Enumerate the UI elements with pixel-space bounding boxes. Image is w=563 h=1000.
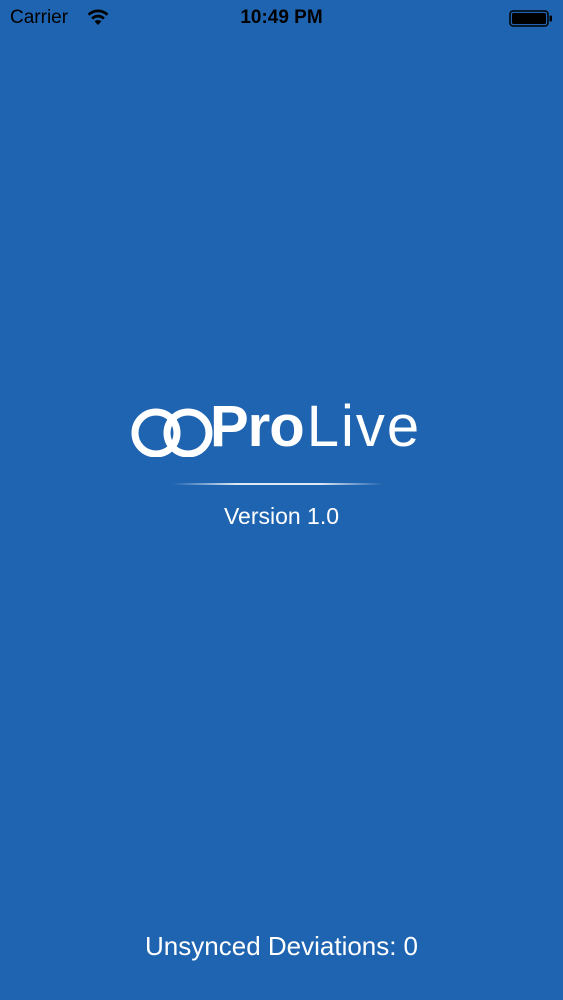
splash-screen: Carrier 10:49 PM ProLive Version 1.0 Uns… bbox=[0, 0, 563, 1000]
unsynced-count: 0 bbox=[403, 931, 418, 961]
app-logo: ProLive Version 1.0 bbox=[0, 395, 563, 535]
status-bar: Carrier 10:49 PM bbox=[0, 0, 563, 38]
logo-wordmark-light: Live bbox=[306, 394, 422, 459]
logo-divider bbox=[173, 483, 383, 485]
battery-icon bbox=[509, 10, 552, 27]
version-label: Version 1.0 bbox=[223, 503, 340, 529]
unsynced-deviations: Unsynced Deviations: 0 bbox=[0, 930, 563, 962]
logo-wordmark-bold: Pro bbox=[210, 394, 305, 459]
status-time: 10:49 PM bbox=[240, 7, 323, 28]
unsynced-label: Unsynced Deviations: bbox=[145, 931, 397, 961]
logo-wordmark: ProLive bbox=[210, 395, 421, 459]
double-ring-logo-icon bbox=[131, 408, 213, 457]
